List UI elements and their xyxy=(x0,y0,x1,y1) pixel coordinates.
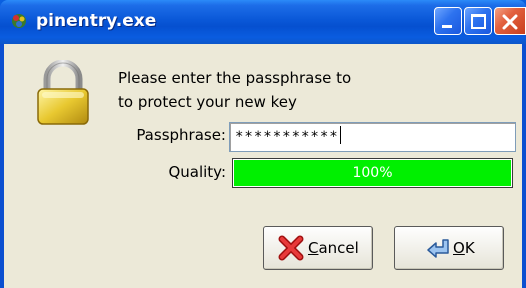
window-border-right xyxy=(522,44,526,288)
app-icon xyxy=(12,14,26,28)
arrow-left-icon xyxy=(427,239,449,258)
prompt-line-1: Please enter the passphrase to xyxy=(118,69,352,87)
quality-percent: 100% xyxy=(352,165,393,181)
maximize-icon xyxy=(471,14,486,29)
ok-label: OK xyxy=(453,239,475,257)
text-caret xyxy=(339,126,341,144)
prompt-description: Please enter the passphrase to to protec… xyxy=(118,66,351,114)
ok-mnemonic: O xyxy=(453,239,465,257)
cancel-label: Cancel xyxy=(308,239,359,257)
passphrase-label: Passphrase: xyxy=(136,126,226,144)
prompt-line-2: to protect your new key xyxy=(118,93,297,111)
ok-label-rest: K xyxy=(464,239,475,257)
padlock-icon xyxy=(37,60,89,125)
close-icon xyxy=(502,14,518,30)
quality-label: Quality: xyxy=(168,163,226,181)
minimize-button[interactable] xyxy=(434,7,462,35)
ok-button[interactable]: OK xyxy=(394,226,504,270)
pinentry-window: pinentry.exe Please enter the passphrase… xyxy=(0,0,526,288)
passphrase-mask: *********** xyxy=(235,129,339,145)
maximize-button[interactable] xyxy=(464,7,492,35)
quality-meter: 100% xyxy=(232,158,513,188)
passphrase-input[interactable]: *********** xyxy=(229,122,516,152)
cancel-button[interactable]: Cancel xyxy=(263,226,373,270)
close-button[interactable] xyxy=(494,7,526,35)
title-bar[interactable]: pinentry.exe xyxy=(0,0,526,44)
minimize-icon xyxy=(442,25,452,28)
cancel-mnemonic: C xyxy=(308,239,319,257)
red-x-icon xyxy=(278,235,304,261)
cancel-label-rest: ancel xyxy=(318,239,359,257)
window-title: pinentry.exe xyxy=(36,11,157,31)
